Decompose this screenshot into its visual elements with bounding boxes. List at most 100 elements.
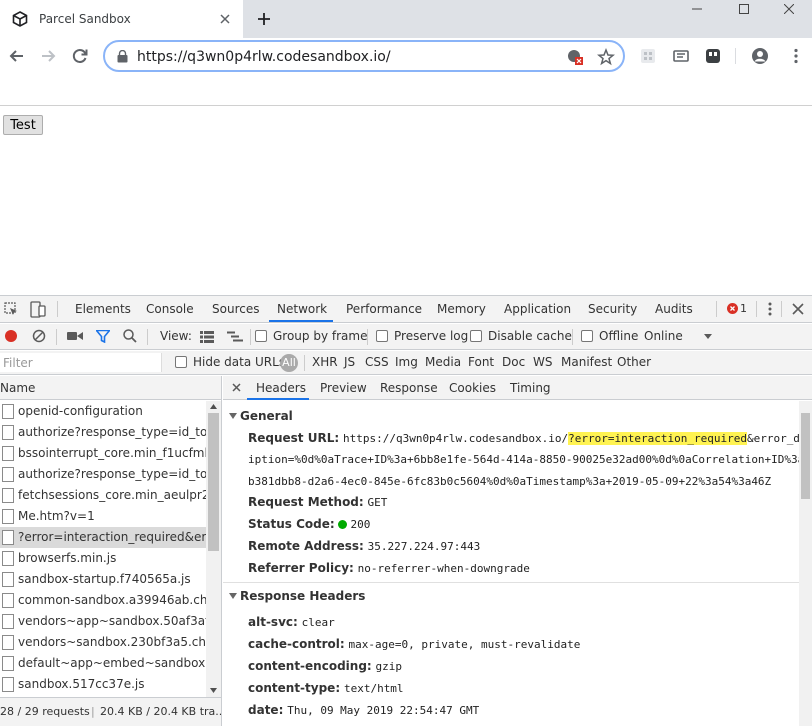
profile-avatar-icon[interactable]	[751, 47, 769, 65]
offline-checkbox[interactable]	[581, 330, 593, 342]
close-window-button[interactable]	[766, 0, 812, 20]
disable-cache-label[interactable]: Disable cache	[488, 329, 572, 343]
detail-scroll-thumb[interactable]	[801, 413, 810, 499]
filter-all-button[interactable]: All	[280, 354, 298, 372]
tab-console[interactable]: Console	[146, 302, 194, 316]
tab-network[interactable]: Network	[277, 302, 327, 316]
clear-icon[interactable]	[32, 329, 46, 343]
chrome-menu-icon[interactable]	[787, 47, 805, 65]
request-list-scrollbar[interactable]	[206, 401, 221, 697]
scroll-down-icon[interactable]	[210, 688, 217, 693]
preserve-log-checkbox[interactable]	[376, 330, 388, 342]
close-tab-icon[interactable]	[218, 12, 232, 26]
tab-elements[interactable]: Elements	[75, 302, 131, 316]
minimize-button[interactable]	[674, 0, 720, 20]
record-icon[interactable]	[4, 329, 18, 343]
general-section-header[interactable]: General	[229, 409, 293, 423]
response-headers-section-header[interactable]: Response Headers	[229, 589, 365, 603]
error-count[interactable]: 1	[740, 302, 747, 315]
request-row[interactable]: openid-configuration	[0, 401, 206, 422]
tab-sources[interactable]: Sources	[212, 302, 259, 316]
detail-tab-cookies[interactable]: Cookies	[449, 381, 496, 395]
request-row[interactable]: sandbox-startup.f740565a.js	[0, 569, 206, 590]
name-column-label: Name	[0, 381, 36, 395]
filter-xhr[interactable]: XHR	[312, 355, 338, 369]
request-row[interactable]: authorize?response_type=id_token...	[0, 422, 206, 443]
tab-performance[interactable]: Performance	[346, 302, 422, 316]
lock-icon[interactable]	[117, 50, 128, 63]
back-arrow-icon[interactable]	[7, 46, 27, 66]
maximize-button[interactable]	[721, 0, 767, 20]
tab-application[interactable]: Application	[504, 302, 571, 316]
request-name: authorize?response_type=id_token...	[18, 467, 206, 481]
filter-ws[interactable]: WS	[533, 355, 552, 369]
filter-css[interactable]: CSS	[365, 355, 389, 369]
capture-screenshots-icon[interactable]	[67, 331, 83, 341]
error-icon[interactable]	[727, 303, 738, 314]
address-bar[interactable]: https://q3wn0p4rlw.codesandbox.io/	[103, 40, 625, 72]
filter-other[interactable]: Other	[617, 355, 651, 369]
filter-media[interactable]: Media	[425, 355, 461, 369]
bookmark-manager-icon[interactable]	[672, 47, 690, 65]
throttling-select[interactable]: Online	[644, 329, 683, 343]
group-by-frame-checkbox[interactable]	[255, 330, 267, 342]
request-row[interactable]: vendors~app~sandbox.50af3afd.ch	[0, 611, 206, 632]
large-rows-icon[interactable]	[200, 331, 214, 343]
hide-data-urls-label[interactable]: Hide data URLs	[193, 355, 285, 369]
detail-tab-preview[interactable]: Preview	[320, 381, 367, 395]
hide-data-urls-checkbox[interactable]	[175, 356, 187, 368]
request-row[interactable]: common-sandbox.a39946ab.chunk.	[0, 590, 206, 611]
filter-js[interactable]: JS	[344, 355, 355, 369]
request-row[interactable]: browserfs.min.js	[0, 548, 206, 569]
star-icon[interactable]	[597, 48, 615, 66]
extension-square-icon[interactable]	[704, 47, 722, 65]
test-button[interactable]: Test	[3, 115, 43, 135]
detail-scrollbar[interactable]	[799, 401, 812, 726]
url-text[interactable]: https://q3wn0p4rlw.codesandbox.io/	[137, 49, 391, 65]
device-toolbar-icon[interactable]	[30, 301, 46, 318]
offline-label[interactable]: Offline	[599, 329, 638, 343]
blocked-cookies-icon[interactable]	[566, 48, 584, 66]
filter-img[interactable]: Img	[395, 355, 418, 369]
new-tab-icon[interactable]	[256, 11, 272, 27]
devtools-tab-bar: Elements Console Sources Network Perform…	[0, 296, 812, 323]
filter-doc[interactable]: Doc	[502, 355, 525, 369]
request-row[interactable]: fetchsessions_core.min_aeulpr2bjbr	[0, 485, 206, 506]
request-row[interactable]: vendors~sandbox.230bf3a5.chunk.j	[0, 632, 206, 653]
disable-cache-checkbox[interactable]	[470, 330, 482, 342]
tab-audits[interactable]: Audits	[655, 302, 693, 316]
filter-icon[interactable]	[96, 330, 110, 343]
close-detail-icon[interactable]	[232, 383, 241, 392]
request-row[interactable]: bssointerrupt_core.min_f1ucfmljwuy	[0, 443, 206, 464]
request-row[interactable]: ?error=interaction_required&error_	[0, 527, 206, 548]
extension-icon[interactable]	[639, 47, 657, 65]
more-options-icon[interactable]	[768, 302, 772, 316]
tab-security[interactable]: Security	[588, 302, 637, 316]
request-row[interactable]: default~app~embed~sandbox.cc86	[0, 653, 206, 674]
forward-arrow-icon[interactable]	[38, 46, 58, 66]
name-column-header[interactable]: Name	[0, 376, 221, 400]
filter-font[interactable]: Font	[468, 355, 494, 369]
detail-tab-response[interactable]: Response	[380, 381, 438, 395]
search-icon[interactable]	[123, 329, 137, 343]
tab-memory[interactable]: Memory	[437, 302, 486, 316]
waterfall-overview-icon[interactable]	[227, 331, 243, 343]
filter-manifest[interactable]: Manifest	[561, 355, 612, 369]
scroll-thumb[interactable]	[208, 413, 219, 551]
preserve-log-label[interactable]: Preserve log	[394, 329, 468, 343]
reload-icon[interactable]	[70, 46, 90, 66]
request-row[interactable]: authorize?response_type=id_token...	[0, 464, 206, 485]
group-by-frame-label[interactable]: Group by frame	[273, 329, 367, 343]
detail-tab-headers[interactable]: Headers	[256, 381, 306, 395]
close-devtools-icon[interactable]	[792, 303, 804, 315]
scroll-up-icon[interactable]	[210, 404, 217, 409]
filter-input[interactable]	[0, 353, 162, 372]
request-row[interactable]: Me.htm?v=1	[0, 506, 206, 527]
detail-tab-timing[interactable]: Timing	[510, 381, 551, 395]
request-url-line-2: iption=%0d%0aTrace+ID%3a+6bb8e1fe-564d-4…	[248, 453, 811, 466]
chevron-down-icon[interactable]	[704, 334, 712, 339]
cache-control-value: max-age=0, private, must-revalidate	[348, 638, 581, 651]
request-row[interactable]: sandbox.517cc37e.js	[0, 674, 206, 695]
browser-tab[interactable]: Parcel Sandbox	[0, 0, 243, 38]
inspect-element-icon[interactable]	[4, 302, 19, 317]
